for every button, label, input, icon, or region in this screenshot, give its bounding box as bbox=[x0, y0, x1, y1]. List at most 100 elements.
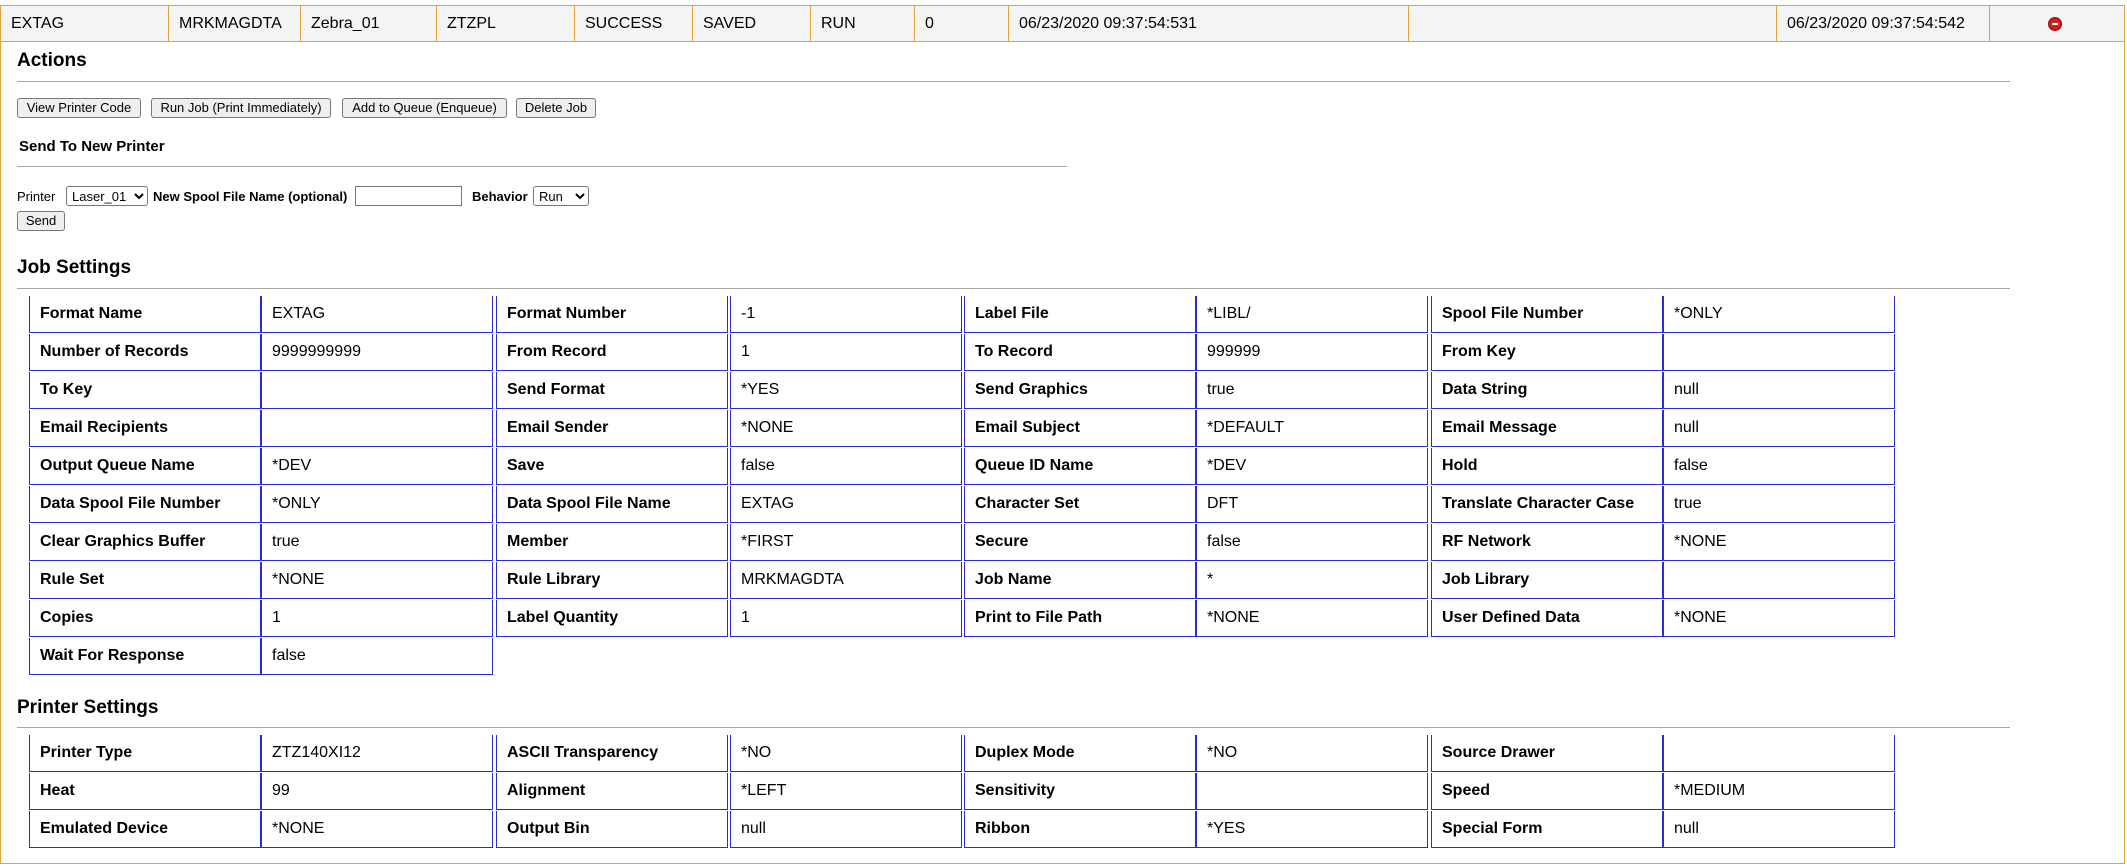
setting-label: Send Format bbox=[496, 372, 728, 409]
setting-label: Speed bbox=[1431, 773, 1663, 810]
setting-value: *NONE bbox=[1196, 600, 1428, 637]
job-summary-row[interactable]: EXTAG MRKMAGDTA Zebra_01 ZTZPL SUCCESS S… bbox=[1, 6, 2124, 42]
setting-value: *NONE bbox=[1663, 524, 1895, 561]
setting-label: Duplex Mode bbox=[964, 735, 1196, 772]
setting-value: null bbox=[1663, 372, 1895, 409]
setting-label: From Key bbox=[1431, 334, 1663, 371]
job-settings-title: Job Settings bbox=[17, 257, 132, 278]
setting-label: To Key bbox=[29, 372, 261, 409]
setting-value: *ONLY bbox=[1663, 296, 1895, 333]
add-to-queue-button[interactable]: Add to Queue (Enqueue) bbox=[342, 98, 507, 118]
setting-value: true bbox=[1196, 372, 1428, 409]
setting-label: Sensitivity bbox=[964, 773, 1196, 810]
setting-value bbox=[261, 410, 493, 447]
setting-value bbox=[1663, 334, 1895, 371]
job-name-cell: EXTAG bbox=[1, 6, 169, 41]
status-cell: SUCCESS bbox=[575, 6, 693, 41]
setting-value: null bbox=[1663, 410, 1895, 447]
setting-value: 9999999999 bbox=[261, 334, 493, 371]
setting-value: null bbox=[1663, 811, 1895, 848]
setting-value: *FIRST bbox=[730, 524, 962, 561]
send-button[interactable]: Send bbox=[17, 211, 65, 231]
job-settings-divider bbox=[17, 288, 2010, 289]
setting-label: Format Number bbox=[496, 296, 728, 333]
setting-label: Queue ID Name bbox=[964, 448, 1196, 485]
setting-label: Data String bbox=[1431, 372, 1663, 409]
setting-label: User Defined Data bbox=[1431, 600, 1663, 637]
setting-label: Rule Library bbox=[496, 562, 728, 599]
actions-divider bbox=[17, 81, 2010, 82]
send-to-printer-title: Send To New Printer bbox=[19, 138, 165, 155]
run-job-button[interactable]: Run Job (Print Immediately) bbox=[151, 98, 331, 118]
setting-label: Hold bbox=[1431, 448, 1663, 485]
setting-value: false bbox=[261, 638, 493, 675]
blank-cell bbox=[1409, 6, 1777, 41]
setting-label: Wait For Response bbox=[29, 638, 261, 675]
setting-label: Save bbox=[496, 448, 728, 485]
setting-label: Format Name bbox=[29, 296, 261, 333]
setting-label: RF Network bbox=[1431, 524, 1663, 561]
setting-value: true bbox=[1663, 486, 1895, 523]
setting-value: *DEV bbox=[261, 448, 493, 485]
setting-label: Email Recipients bbox=[29, 410, 261, 447]
remove-circle-icon[interactable] bbox=[2048, 17, 2062, 31]
setting-value: *DEV bbox=[1196, 448, 1428, 485]
setting-label: Ribbon bbox=[964, 811, 1196, 848]
setting-label: Job Library bbox=[1431, 562, 1663, 599]
setting-value: *DEFAULT bbox=[1196, 410, 1428, 447]
setting-value bbox=[261, 372, 493, 409]
delete-job-button[interactable]: Delete Job bbox=[516, 98, 596, 118]
setting-value: EXTAG bbox=[730, 486, 962, 523]
setting-value: *LEFT bbox=[730, 773, 962, 810]
setting-label: Copies bbox=[29, 600, 261, 637]
created-timestamp-cell: 06/23/2020 09:37:54:531 bbox=[1009, 6, 1409, 41]
setting-label: To Record bbox=[964, 334, 1196, 371]
setting-label: Secure bbox=[964, 524, 1196, 561]
setting-value: *NONE bbox=[261, 562, 493, 599]
setting-label: Character Set bbox=[964, 486, 1196, 523]
setting-value: 1 bbox=[730, 600, 962, 637]
setting-value: *NO bbox=[1196, 735, 1428, 772]
save-status-cell: SAVED bbox=[693, 6, 811, 41]
setting-value: false bbox=[730, 448, 962, 485]
setting-label: Printer Type bbox=[29, 735, 261, 772]
setting-label: Clear Graphics Buffer bbox=[29, 524, 261, 561]
printer-label: Printer bbox=[17, 189, 56, 204]
behavior-label: Behavior bbox=[472, 189, 528, 204]
setting-value: *MEDIUM bbox=[1663, 773, 1895, 810]
setting-value: 999999 bbox=[1196, 334, 1428, 371]
setting-value: *LIBL/ bbox=[1196, 296, 1428, 333]
updated-timestamp-cell: 06/23/2020 09:37:54:542 bbox=[1777, 6, 1990, 41]
setting-label: Heat bbox=[29, 773, 261, 810]
setting-label: Output Bin bbox=[496, 811, 728, 848]
setting-value: 1 bbox=[261, 600, 493, 637]
setting-value bbox=[1663, 735, 1895, 772]
setting-value: *NONE bbox=[261, 811, 493, 848]
count-cell: 0 bbox=[915, 6, 1009, 41]
printer-settings-title: Printer Settings bbox=[17, 697, 159, 718]
setting-value: *ONLY bbox=[261, 486, 493, 523]
setting-label: Translate Character Case bbox=[1431, 486, 1663, 523]
behavior-select[interactable]: Run bbox=[533, 186, 589, 206]
setting-label: Spool File Number bbox=[1431, 296, 1663, 333]
behavior-cell: RUN bbox=[811, 6, 915, 41]
setting-label: Email Message bbox=[1431, 410, 1663, 447]
setting-value: false bbox=[1663, 448, 1895, 485]
view-printer-code-button[interactable]: View Printer Code bbox=[17, 98, 141, 118]
setting-label: Data Spool File Number bbox=[29, 486, 261, 523]
setting-label: Alignment bbox=[496, 773, 728, 810]
setting-label: Special Form bbox=[1431, 811, 1663, 848]
setting-label: Number of Records bbox=[29, 334, 261, 371]
setting-label: Label File bbox=[964, 296, 1196, 333]
setting-label: Email Subject bbox=[964, 410, 1196, 447]
spool-file-name-input[interactable] bbox=[355, 186, 462, 206]
setting-value: null bbox=[730, 811, 962, 848]
setting-value: * bbox=[1196, 562, 1428, 599]
setting-label: Emulated Device bbox=[29, 811, 261, 848]
setting-value: *YES bbox=[730, 372, 962, 409]
setting-label: Member bbox=[496, 524, 728, 561]
actions-title: Actions bbox=[17, 50, 87, 71]
library-cell: MRKMAGDTA bbox=[169, 6, 301, 41]
setting-label: Send Graphics bbox=[964, 372, 1196, 409]
printer-select[interactable]: Laser_01 bbox=[66, 186, 148, 206]
